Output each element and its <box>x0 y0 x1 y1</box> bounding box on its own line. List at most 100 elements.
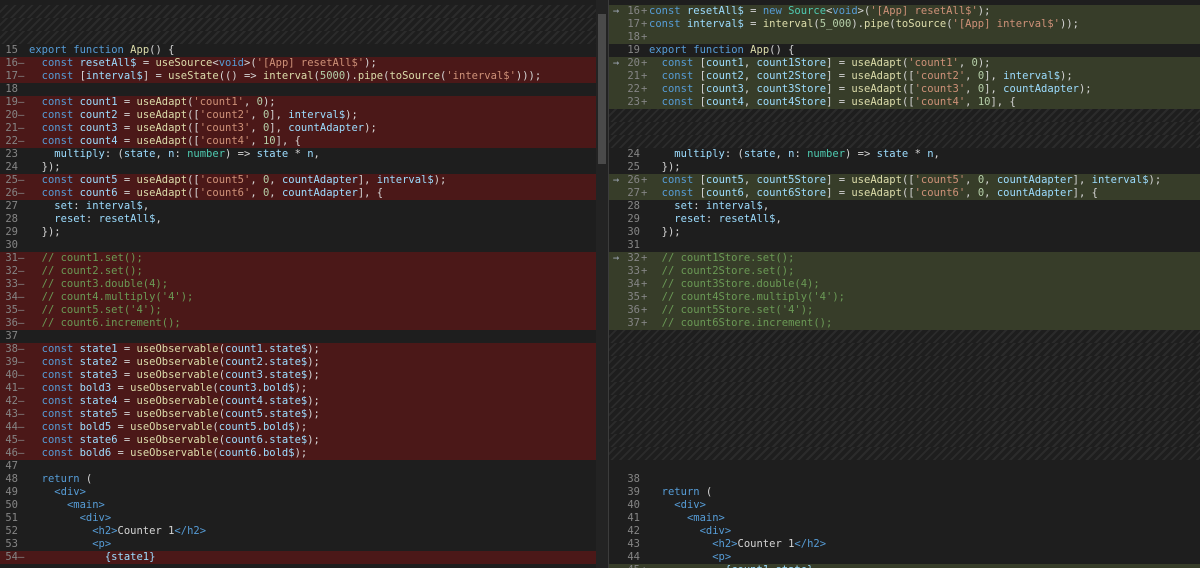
code-text[interactable]: }); <box>649 161 1200 174</box>
code-line[interactable]: 27 set: interval$, <box>0 200 608 213</box>
revert-change-arrow-icon[interactable]: → <box>609 5 623 18</box>
code-line[interactable]: 21 + const [count2, count2Store] = useAda… <box>609 70 1200 83</box>
code-line[interactable]: 44— const bold5 = useObservable(count5.b… <box>0 421 608 434</box>
code-line[interactable]: 30 }); <box>609 226 1200 239</box>
code-line[interactable]: 17 + const interval$ = interval(5_000).pip… <box>609 18 1200 31</box>
code-text[interactable]: const [count5, count5Store] = useAdapt([… <box>649 174 1200 187</box>
code-text[interactable]: const bold3 = useObservable(count3.bold$… <box>29 382 608 395</box>
code-line[interactable]: 18 + <box>609 31 1200 44</box>
code-line[interactable]: 17— const [interval$] = useState(() => i… <box>0 70 608 83</box>
code-text[interactable]: // count6Store.increment(); <box>649 317 1200 330</box>
code-text[interactable]: const bold6 = useObservable(count6.bold$… <box>29 447 608 460</box>
code-text[interactable]: return ( <box>29 473 608 486</box>
code-text[interactable]: // count3Store.double(4); <box>649 278 1200 291</box>
code-text[interactable]: const state3 = useObservable(count3.stat… <box>29 369 608 382</box>
code-line[interactable]: 46— const bold6 = useObservable(count6.b… <box>0 447 608 460</box>
code-line[interactable]: 20— const count2 = useAdapt(['count2', 0… <box>0 109 608 122</box>
code-text[interactable]: // count5Store.set('4'); <box>649 304 1200 317</box>
code-line[interactable]: 25 }); <box>609 161 1200 174</box>
code-line[interactable]: 39— const state2 = useObservable(count2.… <box>0 356 608 369</box>
code-text[interactable]: set: interval$, <box>29 200 608 213</box>
code-line[interactable]: → 16 + const resetAll$ = new Source<void>('… <box>609 5 1200 18</box>
code-text[interactable]: set: interval$, <box>649 200 1200 213</box>
code-line[interactable]: 22 + const [count3, count3Store] = useAda… <box>609 83 1200 96</box>
code-text[interactable]: const [interval$] = useState(() => inter… <box>29 70 608 83</box>
code-line[interactable]: 47 <box>0 460 608 473</box>
code-text[interactable]: const count5 = useAdapt(['count5', 0, co… <box>29 174 608 187</box>
code-text[interactable]: const count1 = useAdapt('count1', 0); <box>29 96 608 109</box>
code-text[interactable]: const interval$ = interval(5_000).pipe(t… <box>649 18 1200 31</box>
code-line[interactable]: 32— // count2.set(); <box>0 265 608 278</box>
code-line[interactable]: 15 export function App() { <box>0 44 608 57</box>
code-line[interactable]: 37 + // count6Store.increment(); <box>609 317 1200 330</box>
code-text[interactable]: const state4 = useObservable(count4.stat… <box>29 395 608 408</box>
code-text[interactable]: <main> <box>649 512 1200 525</box>
code-line[interactable]: 36 + // count5Store.set('4'); <box>609 304 1200 317</box>
code-line[interactable]: 18 <box>0 83 608 96</box>
code-text[interactable]: }); <box>649 226 1200 239</box>
code-line[interactable]: 41— const bold3 = useObservable(count3.b… <box>0 382 608 395</box>
code-text[interactable]: const count6 = useAdapt(['count6', 0, co… <box>29 187 608 200</box>
code-line[interactable]: 31— // count1.set(); <box>0 252 608 265</box>
revert-change-arrow-icon[interactable]: → <box>609 252 623 265</box>
original-editor-pane[interactable]: 15 export function App() {16— const reset… <box>0 0 608 568</box>
code-line[interactable]: 35— // count5.set('4'); <box>0 304 608 317</box>
code-text[interactable]: <div> <box>29 512 608 525</box>
code-text[interactable]: <p> <box>649 551 1200 564</box>
code-line[interactable]: 27 + const [count6, count6Store] = useAda… <box>609 187 1200 200</box>
code-line[interactable]: 40— const state3 = useObservable(count3.… <box>0 369 608 382</box>
code-text[interactable]: // count6.increment(); <box>29 317 608 330</box>
code-text[interactable]: const [count1, count1Store] = useAdapt('… <box>649 57 1200 70</box>
code-line[interactable]: 21— const count3 = useAdapt(['count3', 0… <box>0 122 608 135</box>
code-text[interactable]: export function App() { <box>649 44 1200 57</box>
code-line[interactable]: 19— const count1 = useAdapt('count1', 0)… <box>0 96 608 109</box>
code-line[interactable]: 33 + // count2Store.set(); <box>609 265 1200 278</box>
code-line[interactable]: 33— // count3.double(4); <box>0 278 608 291</box>
code-line[interactable]: 51 <div> <box>0 512 608 525</box>
code-text[interactable]: }); <box>29 226 608 239</box>
code-line[interactable]: 44 <p> <box>609 551 1200 564</box>
code-line[interactable]: 38 <box>609 473 1200 486</box>
code-line[interactable]: 26— const count6 = useAdapt(['count6', 0… <box>0 187 608 200</box>
code-text[interactable]: // count1.set(); <box>29 252 608 265</box>
scrollbar-thumb[interactable] <box>598 14 606 164</box>
code-text[interactable]: const state1 = useObservable(count1.stat… <box>29 343 608 356</box>
code-line[interactable]: 30 <box>0 239 608 252</box>
code-line[interactable]: 50 <main> <box>0 499 608 512</box>
code-line[interactable]: 40 <div> <box>609 499 1200 512</box>
code-text[interactable]: const count3 = useAdapt(['count3', 0], c… <box>29 122 608 135</box>
code-text[interactable]: export function App() { <box>29 44 608 57</box>
code-line[interactable]: 31 <box>609 239 1200 252</box>
code-line[interactable]: 48 return ( <box>0 473 608 486</box>
revert-change-arrow-icon[interactable]: → <box>609 57 623 70</box>
code-text[interactable]: const state6 = useObservable(count6.stat… <box>29 434 608 447</box>
code-text[interactable]: const state2 = useObservable(count2.stat… <box>29 356 608 369</box>
code-line[interactable]: 16— const resetAll$ = useSource<void>('[… <box>0 57 608 70</box>
code-text[interactable]: // count1Store.set(); <box>649 252 1200 265</box>
code-text[interactable]: // count3.double(4); <box>29 278 608 291</box>
code-line[interactable] <box>609 460 1200 473</box>
code-line[interactable]: 24 }); <box>0 161 608 174</box>
code-line[interactable]: 49 <div> <box>0 486 608 499</box>
code-line[interactable]: 22— const count4 = useAdapt(['count4', 1… <box>0 135 608 148</box>
code-line[interactable]: 25— const count5 = useAdapt(['count5', 0… <box>0 174 608 187</box>
code-text[interactable]: multiply: (state, n: number) => state * … <box>649 148 1200 161</box>
code-line[interactable]: 29 reset: resetAll$, <box>609 213 1200 226</box>
code-text[interactable]: // count5.set('4'); <box>29 304 608 317</box>
code-line[interactable]: 41 <main> <box>609 512 1200 525</box>
code-line[interactable]: → 20 + const [count1, count1Store] = useAd… <box>609 57 1200 70</box>
code-text[interactable]: // count4Store.multiply('4'); <box>649 291 1200 304</box>
code-text[interactable]: {count1.state} <box>649 564 1200 568</box>
code-line[interactable]: 53 <p> <box>0 538 608 551</box>
code-text[interactable]: const count4 = useAdapt(['count4', 10], … <box>29 135 608 148</box>
code-text[interactable]: const [count6, count6Store] = useAdapt([… <box>649 187 1200 200</box>
modified-editor-pane[interactable]: → 16 + const resetAll$ = new Source<void>('… <box>609 0 1200 568</box>
code-line[interactable]: 28 reset: resetAll$, <box>0 213 608 226</box>
code-text[interactable]: const bold5 = useObservable(count5.bold$… <box>29 421 608 434</box>
code-line[interactable]: 42— const state4 = useObservable(count4.… <box>0 395 608 408</box>
code-text[interactable]: const resetAll$ = useSource<void>('[App]… <box>29 57 608 70</box>
code-line[interactable]: 38— const state1 = useObservable(count1.… <box>0 343 608 356</box>
code-line[interactable]: 36— // count6.increment(); <box>0 317 608 330</box>
code-text[interactable]: const [count4, count4Store] = useAdapt([… <box>649 96 1200 109</box>
code-text[interactable]: // count2.set(); <box>29 265 608 278</box>
